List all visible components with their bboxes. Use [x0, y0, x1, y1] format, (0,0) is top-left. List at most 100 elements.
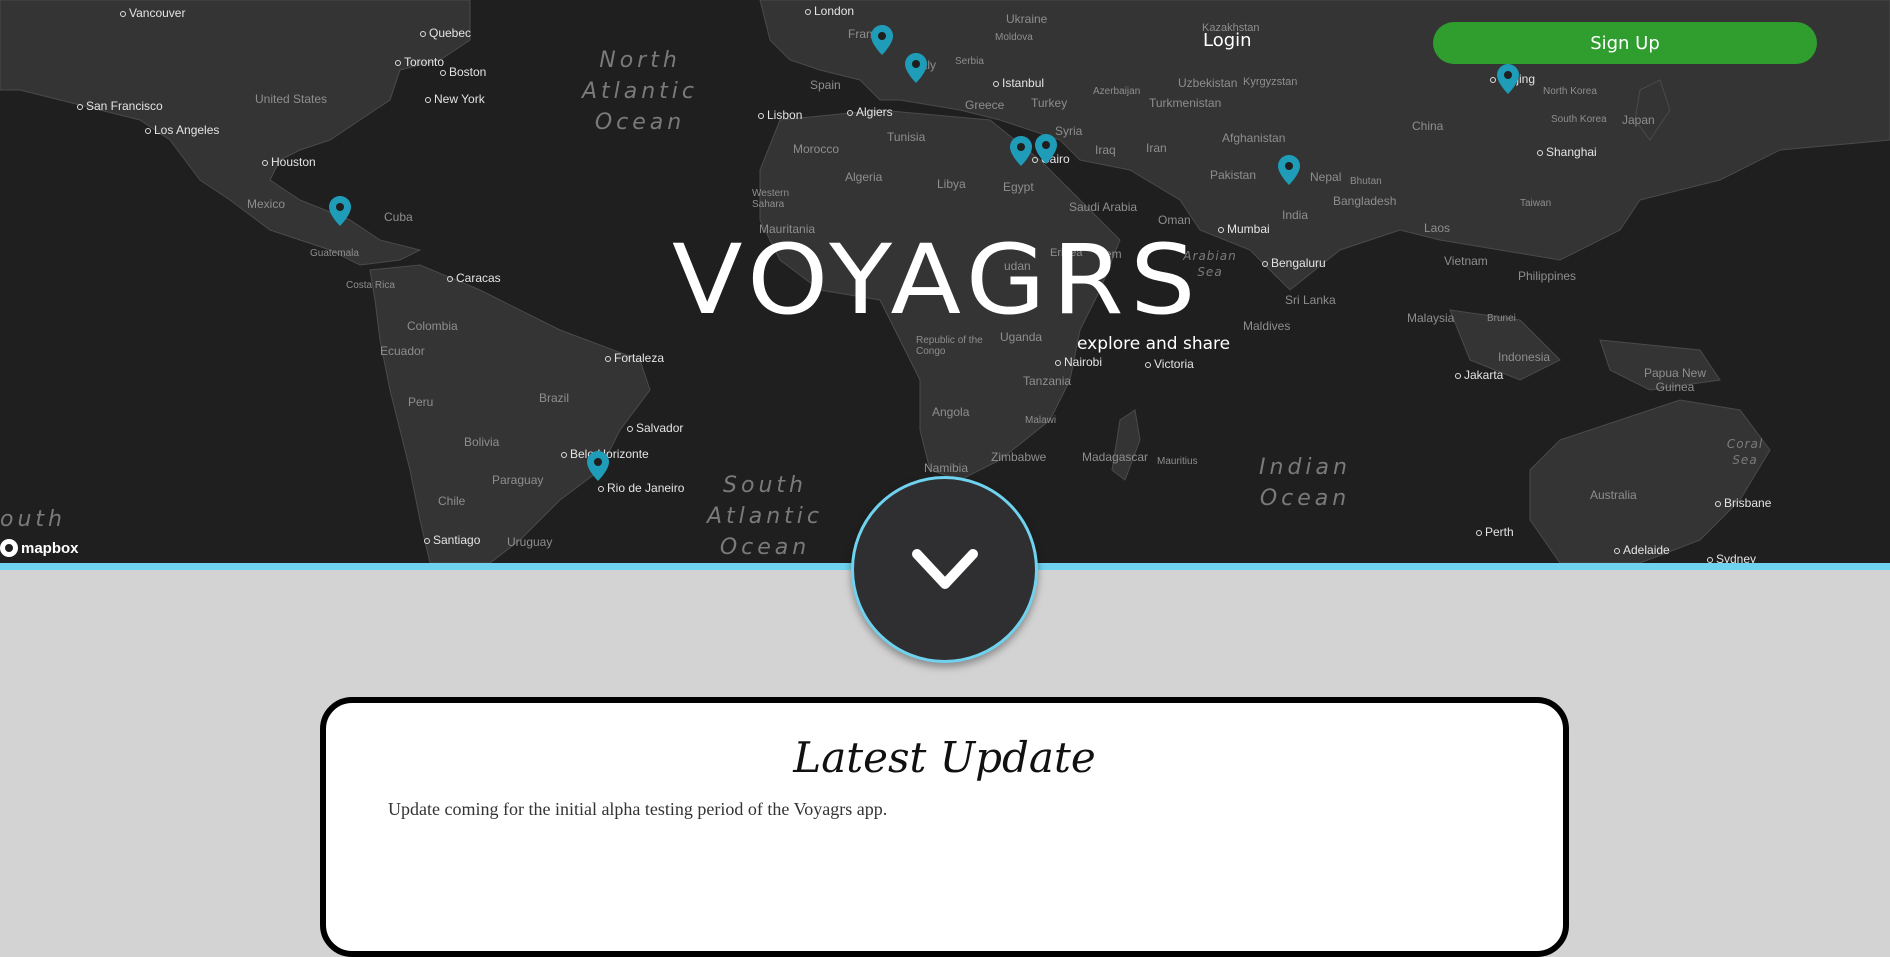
map-pin-icon[interactable] — [905, 53, 927, 83]
map-pin-icon[interactable] — [1035, 134, 1057, 164]
map-label: India — [1282, 208, 1309, 222]
map-label: Nepal — [1310, 170, 1342, 184]
map-label: Bolivia — [464, 435, 500, 449]
map-label: Greece — [965, 98, 1005, 112]
map-label: Western Sahara — [752, 188, 790, 210]
map-label: Los Angeles — [145, 123, 219, 137]
map-label: Salvador — [627, 421, 683, 435]
ocean-label-north-atlantic: North Atlantic Ocean — [581, 48, 699, 135]
map-label: Tunisia — [887, 130, 926, 144]
map-label: Mumbai — [1218, 222, 1270, 236]
login-link[interactable]: Login — [1203, 30, 1252, 51]
map-pin-icon[interactable] — [1010, 136, 1032, 166]
map-label: Caracas — [447, 271, 501, 285]
map-label: Angola — [932, 405, 970, 419]
map-label: Ukraine — [1006, 12, 1048, 26]
map-label: Maldives — [1243, 319, 1291, 333]
map-label: Iraq — [1095, 143, 1116, 157]
map-label: Tanzania — [1023, 374, 1072, 388]
map-label: Australia — [1590, 488, 1637, 502]
map-label: Moldova — [995, 32, 1033, 43]
map-label: Houston — [262, 155, 316, 169]
map-label: Egypt — [1003, 180, 1034, 194]
map-label: North Korea — [1543, 86, 1597, 97]
map-label: Turkmenistan — [1149, 96, 1222, 110]
map-label: Namibia — [924, 461, 969, 475]
map-label: Syria — [1055, 124, 1083, 138]
latest-update-card: Latest Update Update coming for the init… — [320, 697, 1569, 957]
chevron-down-icon — [911, 548, 978, 589]
map-pin-icon[interactable] — [1278, 155, 1300, 185]
map-label: Serbia — [955, 56, 984, 67]
map-label: Mauritius — [1157, 456, 1198, 467]
map-label: Pakistan — [1210, 168, 1257, 182]
map-pin-icon[interactable] — [587, 451, 609, 481]
map-label: Toronto — [395, 55, 444, 69]
mapbox-attribution[interactable]: mapbox — [0, 539, 79, 557]
map-label: Uruguay — [507, 535, 553, 549]
map-label: China — [1412, 119, 1444, 133]
map-label: Zimbabwe — [991, 450, 1047, 464]
map-label: Vancouver — [120, 6, 185, 20]
map-label: Brisbane — [1715, 496, 1771, 510]
logo-text: VOYAGRS — [672, 225, 1202, 325]
map-label: Turkey — [1031, 96, 1068, 110]
map-label: Ecuador — [380, 344, 425, 358]
card-title: Latest Update — [793, 733, 1096, 782]
map-label: Japan — [1622, 113, 1655, 127]
map-label: Azerbaijan — [1093, 86, 1141, 97]
map-label: Guatemala — [310, 248, 359, 259]
map-label: Quebec — [420, 26, 471, 40]
map-label: Mexico — [247, 197, 286, 211]
map-label: Costa Rica — [346, 280, 395, 291]
map-label: Nairobi — [1055, 355, 1102, 369]
map-label: Republic of the Congo — [916, 335, 983, 357]
mapbox-attribution-text: mapbox — [21, 539, 79, 557]
map-label: Peru — [408, 395, 434, 409]
map-label: Algeria — [845, 170, 883, 184]
map-label: Chile — [438, 494, 466, 508]
voyagrs-logo: VOYAGRS — [672, 225, 1202, 325]
map-label: Uzbekistan — [1178, 76, 1238, 90]
map-label: Algiers — [847, 105, 893, 119]
map-label: Kyrgyzstan — [1243, 76, 1298, 88]
map-label: Iran — [1146, 141, 1167, 155]
map-label: United States — [255, 92, 328, 106]
ocean-label-indian: Indian Ocean — [1259, 455, 1351, 511]
map-label: Istanbul — [993, 76, 1044, 90]
map-label: Laos — [1424, 221, 1451, 235]
map-label: Malawi — [1025, 415, 1057, 426]
map-label: Lisbon — [758, 108, 802, 122]
map-label: Philippines — [1518, 269, 1577, 283]
map-label: San Francisco — [77, 99, 163, 113]
map-label: Papua New Guinea — [1643, 366, 1707, 394]
map-label: Rio de Janeiro — [598, 481, 684, 495]
map-label: Victoria — [1145, 357, 1194, 371]
map-label: London — [805, 4, 854, 18]
card-body: Update coming for the initial alpha test… — [388, 799, 888, 819]
map-label: Colombia — [407, 319, 458, 333]
map-label: Spain — [810, 78, 841, 92]
map-pin-icon[interactable] — [1497, 64, 1519, 94]
map-label: Indonesia — [1498, 350, 1551, 364]
signup-button[interactable]: Sign Up — [1433, 22, 1817, 64]
map-label: Fortaleza — [605, 351, 664, 365]
map-label: Boston — [440, 65, 486, 79]
map-label: Sri Lanka — [1285, 293, 1336, 307]
map-label: Malaysia — [1407, 311, 1455, 325]
map-label: Perth — [1476, 525, 1514, 539]
map-label: Libya — [937, 177, 966, 191]
map-label: Adelaide — [1614, 543, 1670, 557]
map-label: Bhutan — [1350, 176, 1382, 187]
map-label: South Korea — [1551, 114, 1607, 125]
map-label: Morocco — [793, 142, 840, 156]
map-label: Afghanistan — [1222, 131, 1286, 145]
scroll-down-button[interactable] — [851, 476, 1038, 663]
map-label: Shanghai — [1537, 145, 1597, 159]
map-label: Sydney — [1707, 552, 1756, 563]
map-pin-icon[interactable] — [329, 196, 351, 226]
ocean-label-coral-sea: Coral Sea — [1726, 437, 1764, 467]
map-pin-icon[interactable] — [871, 25, 893, 55]
ocean-label-south-partial: outh — [0, 507, 66, 532]
map-label: Vietnam — [1444, 254, 1488, 268]
